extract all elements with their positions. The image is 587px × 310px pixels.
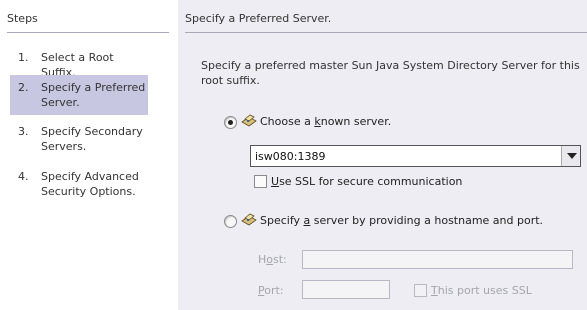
step-number: 1. <box>18 51 29 64</box>
content-panel: Specify a Preferred Server. Specify a pr… <box>178 0 587 310</box>
known-server-value: isw080:1389 <box>255 150 326 163</box>
step-item-specify-preferred-server[interactable]: 2. Specify a Preferred Server. <box>10 75 148 115</box>
host-label: Host: <box>258 253 287 266</box>
host-input[interactable] <box>302 250 573 269</box>
steps-title: Steps <box>7 12 169 33</box>
step-number: 3. <box>18 125 29 138</box>
step-item-select-root-suffix[interactable]: 1. Select a Root Suffix. <box>10 50 148 79</box>
specify-server-label[interactable]: Specify a server by providing a hostname… <box>260 214 543 227</box>
port-ssl-label[interactable]: This port uses SSL <box>431 284 532 297</box>
server-icon <box>241 213 257 226</box>
server-icon <box>241 114 257 127</box>
step-label: Specify Secondary Servers. <box>41 125 143 153</box>
port-input[interactable] <box>302 280 390 299</box>
known-server-label[interactable]: Choose a known server. <box>260 115 391 128</box>
step-item-specify-advanced-security[interactable]: 4. Specify Advanced Security Options. <box>10 169 148 201</box>
step-label: Specify Advanced Security Options. <box>41 170 139 198</box>
step-number: 2. <box>18 81 29 94</box>
port-label: Port: <box>258 284 284 297</box>
page-title: Specify a Preferred Server. <box>185 12 587 33</box>
specify-server-radio[interactable] <box>224 215 237 228</box>
step-item-specify-secondary-servers[interactable]: 3. Specify Secondary Servers. <box>10 124 148 156</box>
step-number: 4. <box>18 170 29 183</box>
chevron-down-icon <box>567 153 577 159</box>
known-server-select[interactable]: isw080:1389 <box>250 145 581 167</box>
dropdown-button[interactable] <box>561 146 580 166</box>
use-ssl-checkbox[interactable] <box>254 175 267 188</box>
page-description: Specify a preferred master Sun Java Syst… <box>201 59 580 87</box>
use-ssl-label[interactable]: Use SSL for secure communication <box>271 175 462 188</box>
known-server-radio[interactable] <box>224 116 237 129</box>
port-ssl-checkbox[interactable] <box>414 284 427 297</box>
steps-panel: Steps 1. Select a Root Suffix. 2. Specif… <box>0 0 178 310</box>
step-label: Specify a Preferred Server. <box>41 81 146 109</box>
radio-selected-dot <box>228 120 233 125</box>
